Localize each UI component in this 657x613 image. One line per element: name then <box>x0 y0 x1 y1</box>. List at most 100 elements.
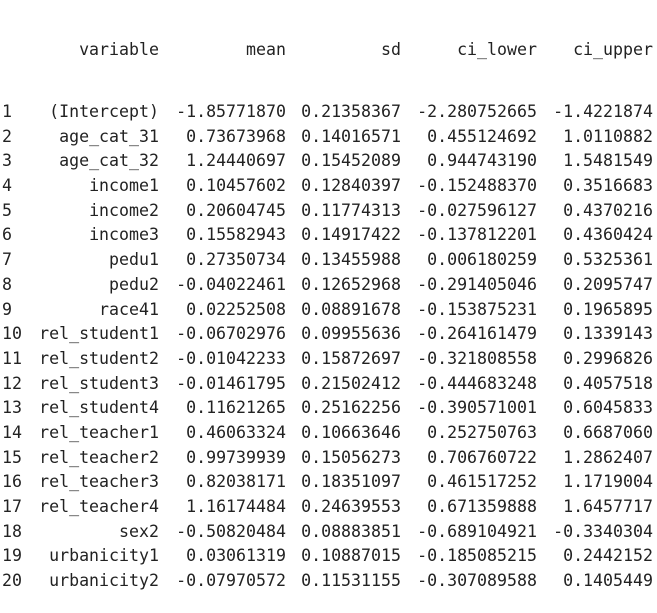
cell-ci-upper: 0.1405449 <box>563 571 653 591</box>
table-row: 16 rel_teacher3 0.82038171 0.18351097 0.4615… <box>0 470 657 495</box>
cell-ci-lower: -0.307089588 <box>417 571 537 591</box>
cell-ci-lower: -0.027596127 <box>417 200 537 220</box>
cell-sd: 0.11774313 <box>301 200 401 220</box>
header-ci-lower: ci_lower <box>457 40 537 59</box>
cell-mean: 0.46063324 <box>186 422 286 442</box>
cell-variable: urbanicity1 <box>49 546 159 566</box>
cell-ci-lower: 0.706760722 <box>427 447 537 467</box>
cell-ci-upper: 0.6687060 <box>563 422 653 442</box>
cell-mean: 0.15582943 <box>186 225 286 245</box>
table-row: 9 race41 0.02252508 0.08891678 -0.153875231 0… <box>0 298 657 323</box>
cell-sd: 0.14016571 <box>301 126 401 146</box>
table-row: 19 urbanicity1 0.03061319 0.10887015 -0.1850… <box>0 544 657 569</box>
cell-mean: 0.99739939 <box>186 447 286 467</box>
table-row: 13 rel_student4 0.11621265 0.25162256 -0.390… <box>0 396 657 421</box>
cell-sd: 0.13455988 <box>301 250 401 270</box>
table-row: 17 rel_teacher4 1.16174484 0.24639553 0.6713… <box>0 495 657 520</box>
cell-mean: 0.11621265 <box>186 398 286 418</box>
table-row: 8 pedu2 -0.04022461 0.12652968 -0.291405046 0… <box>0 273 657 298</box>
cell-ci-upper: 0.2095747 <box>563 274 653 294</box>
row-index: 1 <box>2 102 12 121</box>
cell-ci-upper: -1.4221874 <box>553 102 653 121</box>
cell-ci-upper: 0.3516683 <box>563 176 653 196</box>
cell-variable: pedu1 <box>109 250 159 270</box>
cell-sd: 0.08883851 <box>301 521 401 541</box>
row-index: 20 <box>2 571 22 591</box>
cell-mean: -0.07970572 <box>176 571 286 591</box>
row-index: 14 <box>2 422 22 442</box>
cell-ci-lower: -0.185085215 <box>417 546 537 566</box>
cell-sd: 0.15452089 <box>301 151 401 171</box>
cell-ci-upper: 1.1719004 <box>563 472 653 492</box>
table-row: 3 age_cat_32 1.24440697 0.15452089 0.9447431… <box>0 149 657 174</box>
cell-mean: 0.03061319 <box>186 546 286 566</box>
cell-variable: rel_teacher1 <box>39 422 159 442</box>
row-index: 13 <box>2 398 22 418</box>
row-index: 11 <box>2 348 22 368</box>
cell-variable: sex2 <box>119 521 159 541</box>
table-row: 18 sex2 -0.50820484 0.08883851 -0.689104921-… <box>0 520 657 545</box>
cell-ci-upper: 1.6457717 <box>563 497 653 516</box>
table-header: variable mean sd ci_lower ci_upper <box>0 38 657 62</box>
row-index: 19 <box>2 546 22 566</box>
cell-ci-upper: 0.6045833 <box>563 398 653 418</box>
cell-sd: 0.12840397 <box>301 176 401 196</box>
cell-sd: 0.08891678 <box>301 299 401 319</box>
row-index: 9 <box>2 299 12 319</box>
cell-sd: 0.11531155 <box>301 571 401 591</box>
cell-sd: 0.24639553 <box>301 497 401 516</box>
table-row: 11 rel_student2 -0.01042233 0.15872697 -0.32… <box>0 347 657 372</box>
cell-mean: -1.85771870 <box>176 102 286 121</box>
row-index: 7 <box>2 250 12 270</box>
table-row: 2 age_cat_31 0.73673968 0.14016571 0.4551246… <box>0 125 657 150</box>
cell-variable: rel_student1 <box>39 324 159 344</box>
cell-ci-lower: -0.689104921 <box>417 521 537 541</box>
cell-variable: rel_teacher2 <box>39 447 159 467</box>
cell-variable: race41 <box>99 299 159 319</box>
cell-ci-lower: -0.444683248 <box>417 373 537 393</box>
cell-ci-lower: -0.390571001 <box>417 398 537 418</box>
cell-variable: pedu2 <box>109 274 159 294</box>
row-index: 16 <box>2 472 22 492</box>
cell-variable: rel_teacher3 <box>39 472 159 492</box>
cell-mean: 0.20604745 <box>186 200 286 220</box>
cell-ci-lower: -0.264161479 <box>417 324 537 344</box>
cell-variable: income1 <box>89 176 159 196</box>
row-index: 4 <box>2 176 12 196</box>
cell-variable: rel_student3 <box>39 373 159 393</box>
cell-ci-upper: 0.2442152 <box>563 546 653 566</box>
header-sd: sd <box>381 40 401 59</box>
cell-ci-lower: -0.291405046 <box>417 274 537 294</box>
cell-sd: 0.09955636 <box>301 324 401 344</box>
cell-sd: 0.18351097 <box>301 472 401 492</box>
table-row: 1 (Intercept) -1.85771870 0.21358367 -2.2807… <box>0 100 657 125</box>
cell-ci-upper: 1.5481549 <box>563 151 653 171</box>
cell-variable: age_cat_31 <box>59 126 159 146</box>
cell-ci-lower: 0.944743190 <box>427 151 537 171</box>
cell-ci-upper: 0.5325361 <box>563 250 653 270</box>
row-index: 18 <box>2 521 22 541</box>
cell-ci-upper: 0.4360424 <box>563 225 653 245</box>
cell-variable: income2 <box>89 200 159 220</box>
cell-mean: -0.01042233 <box>176 348 286 368</box>
cell-variable: urbanicity2 <box>49 571 159 591</box>
cell-mean: 0.73673968 <box>186 126 286 146</box>
cell-mean: 0.02252508 <box>186 299 286 319</box>
cell-ci-lower: 0.671359888 <box>427 497 537 516</box>
table-row: 6 income3 0.15582943 0.14917422 -0.137812201… <box>0 223 657 248</box>
cell-mean: -0.06702976 <box>176 324 286 344</box>
header-ci-upper: ci_upper <box>573 40 653 59</box>
cell-ci-upper: 0.4057518 <box>563 373 653 393</box>
cell-ci-lower: 0.006180259 <box>427 250 537 270</box>
cell-variable: (Intercept) <box>49 102 159 121</box>
cell-variable: age_cat_32 <box>59 151 159 171</box>
cell-mean: -0.01461795 <box>176 373 286 393</box>
console-output: variable mean sd ci_lower ci_upper 1 (Int… <box>0 0 657 590</box>
cell-mean: 0.10457602 <box>186 176 286 196</box>
cell-sd: 0.15872697 <box>301 348 401 368</box>
table-body: 1 (Intercept) -1.85771870 0.21358367 -2.2807… <box>0 100 657 594</box>
cell-mean: 1.24440697 <box>186 151 286 171</box>
row-index: 8 <box>2 274 12 294</box>
cell-ci-upper: -0.3340304 <box>553 521 653 541</box>
cell-variable: rel_student2 <box>39 348 159 368</box>
